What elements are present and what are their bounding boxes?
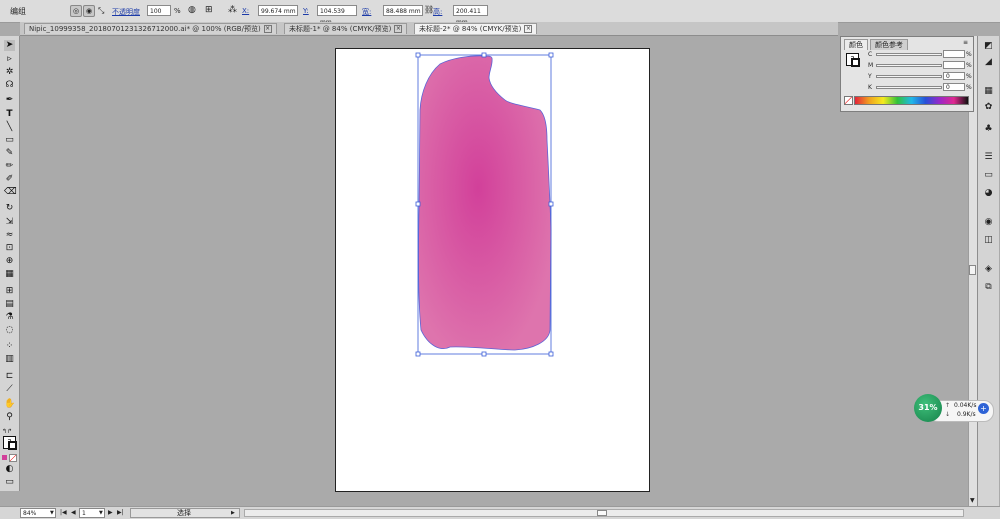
chevron-down-icon[interactable]: ▼ [99,510,103,516]
download-speed: 0.9K/s [957,411,976,418]
channel-y-slider[interactable] [876,75,942,78]
panel-stroke-swatch[interactable] [851,58,860,67]
stroke-icon[interactable]: ☰ [983,152,994,163]
tab-color-guide-label: 颜色参考 [875,41,903,49]
pink-shape[interactable] [418,55,552,351]
color-panel: 颜色 颜色参考 ≡ ? C % M % Y 0 % K 0 % [840,36,974,112]
chevron-right-icon[interactable]: ▶ [231,510,235,516]
upload-speed: 0.04K/s [954,402,977,409]
color-guide-icon[interactable]: ◢ [983,57,994,68]
network-speed-widget[interactable]: 31% ↑ 0.04K/s ↓ 0.9K/s + [914,394,994,424]
previous-page-icon[interactable]: ◀ [71,509,76,516]
chevron-down-icon[interactable]: ▼ [50,510,54,516]
horizontal-scrollbar[interactable] [244,509,964,517]
scroll-down-icon[interactable]: ▼ [970,497,975,504]
appearance-icon[interactable]: ◉ [983,217,994,228]
color-spectrum[interactable] [854,96,969,105]
gradient-icon[interactable]: ▭ [983,170,994,181]
channel-m-unit: % [966,62,972,69]
channel-k-unit: % [966,84,972,91]
panel-menu-icon[interactable]: ≡ [963,39,968,46]
upload-arrow-icon: ↑ [945,402,951,409]
scroll-thumb[interactable] [969,265,976,275]
channel-y-input[interactable]: 0 [943,72,965,80]
channel-c-input[interactable] [943,50,965,58]
channel-k-label: K [868,84,872,91]
channel-c-slider[interactable] [876,53,942,56]
color-panel-icon[interactable]: ◩ [983,41,994,52]
channel-y-label: Y [868,73,872,80]
channel-m-slider[interactable] [876,64,942,67]
horizontal-scroll-thumb[interactable] [597,510,607,516]
transparency-icon[interactable]: ◕ [983,188,994,199]
next-page-icon[interactable]: ▶ [108,509,113,516]
download-arrow-icon: ↓ [945,411,951,418]
artboards-icon[interactable]: ⧉ [983,282,994,293]
last-page-icon[interactable]: ▶| [117,509,124,516]
swatches-icon[interactable]: ▦ [983,86,994,97]
none-color-icon[interactable] [844,96,853,105]
channel-y-unit: % [966,73,972,80]
tab-color-guide[interactable]: 颜色参考 [870,39,908,50]
channel-m-input[interactable] [943,61,965,69]
channel-c-unit: % [966,51,972,58]
status-bar: 84% ▼ |◀ ◀ 1 ▼ ▶ ▶| 选择 ▶ [0,506,1000,519]
brushes-icon[interactable]: ✿ [983,102,994,113]
panel-dock: ◩ ◢ ▦ ✿ ♣ ☰ ▭ ◕ ◉ ◫ ◈ ⧉ [977,36,999,506]
tab-color-label: 颜色 [849,41,863,49]
tool-status-menu[interactable]: 选择 ▶ [130,508,240,518]
symbols-icon[interactable]: ♣ [983,124,994,135]
tab-color[interactable]: 颜色 [844,39,868,50]
tool-status-label: 选择 [177,509,191,517]
layers-icon[interactable]: ◈ [983,264,994,275]
channel-m-label: M [868,62,874,69]
channel-k-input[interactable]: 0 [943,83,965,91]
accelerate-plus-icon[interactable]: + [978,403,989,414]
channel-c-label: C [868,51,873,58]
first-page-icon[interactable]: |◀ [60,509,67,516]
memory-usage-ball[interactable]: 31% [914,394,942,422]
channel-k-slider[interactable] [876,86,942,89]
graphic-styles-icon[interactable]: ◫ [983,235,994,246]
